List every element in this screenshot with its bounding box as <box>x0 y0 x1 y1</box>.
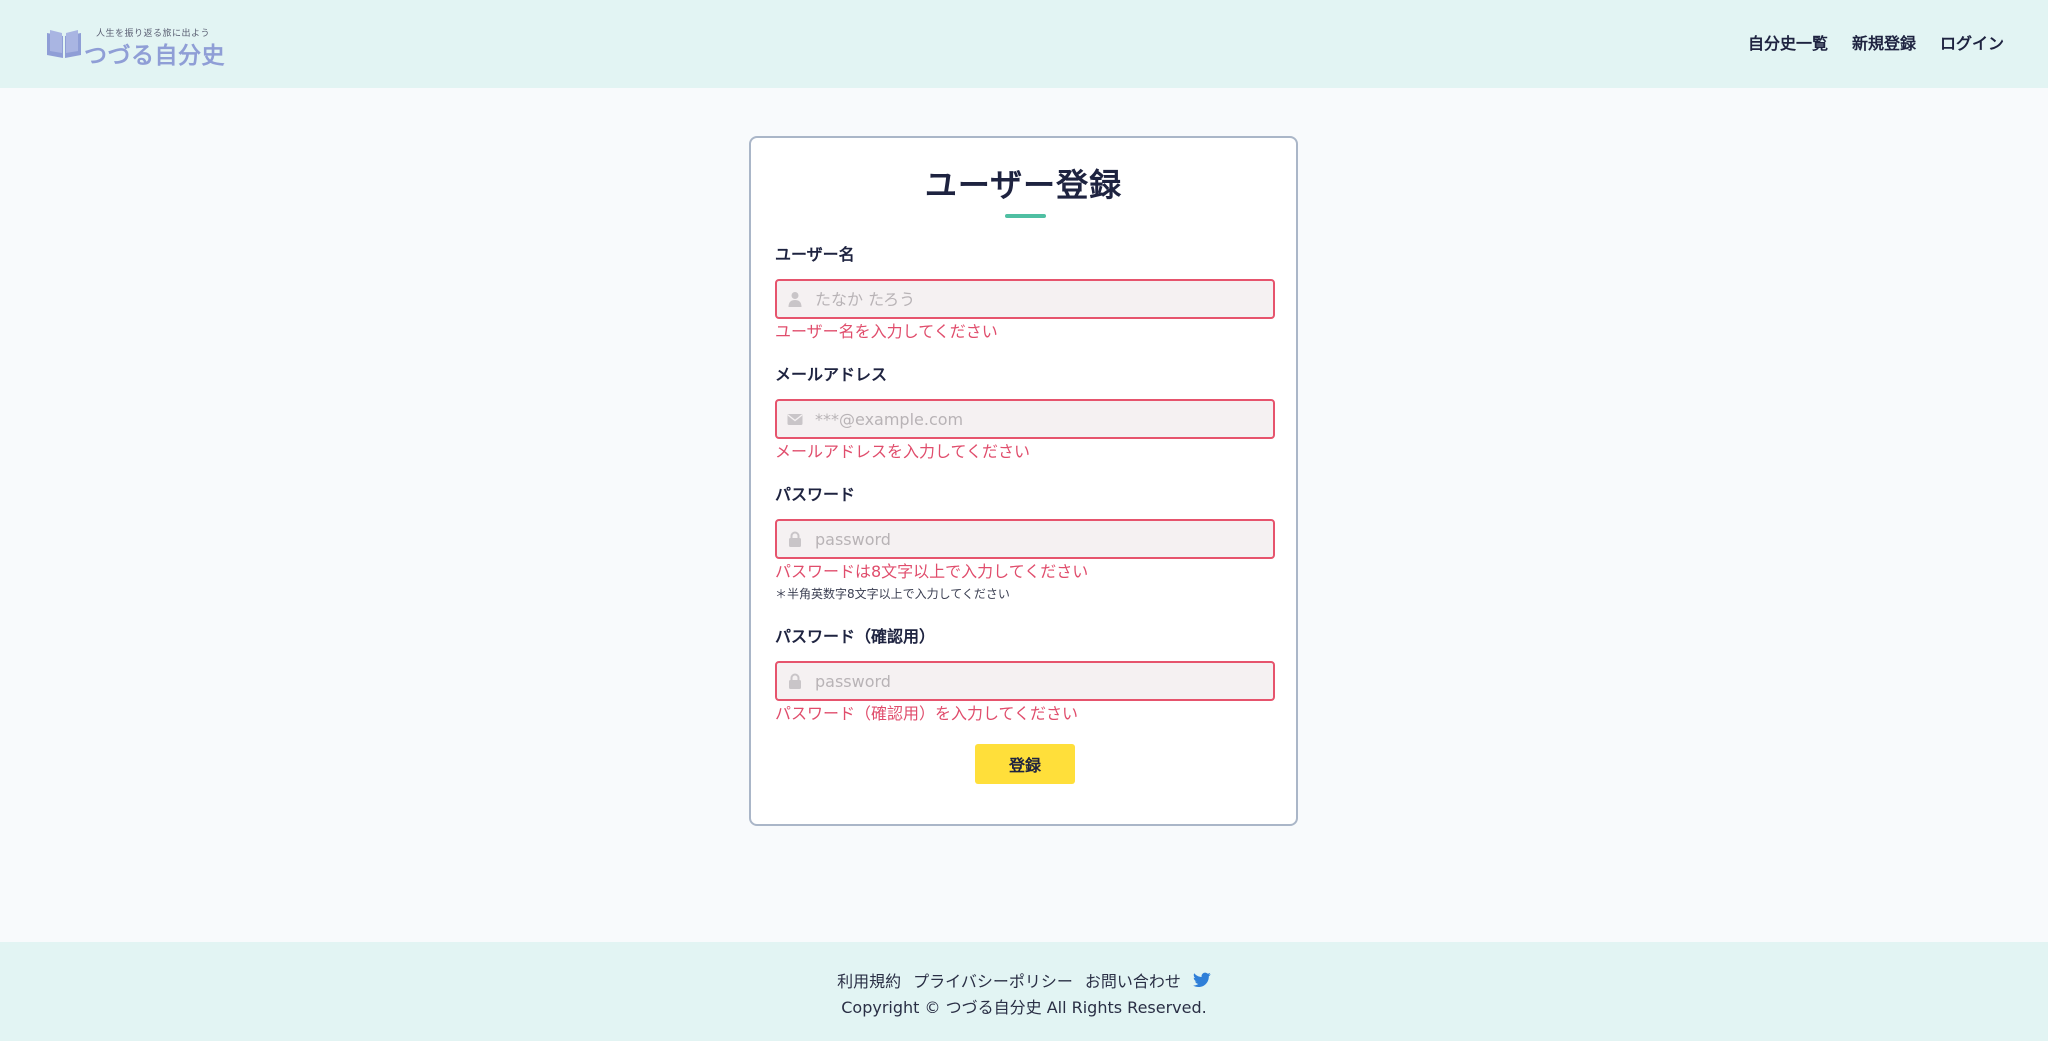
twitter-icon[interactable] <box>1192 972 1211 988</box>
username-label: ユーザー名 <box>775 245 855 264</box>
email-input-wrapper <box>775 399 1275 439</box>
main-nav: 自分史一覧 新規登録 ログイン <box>1748 30 2004 54</box>
password-input-wrapper <box>775 519 1275 559</box>
page-title: ユーザー登録 <box>924 166 1123 204</box>
password-confirm-field-group: パスワード（確認用） パスワード（確認用）を入力してください <box>775 626 1275 725</box>
username-error: ユーザー名を入力してください <box>775 322 998 341</box>
email-error: メールアドレスを入力してください <box>775 442 1031 461</box>
nav-login[interactable]: ログイン <box>1940 30 2004 54</box>
password-confirm-input[interactable] <box>815 663 1265 699</box>
password-field-group: パスワード パスワードは8文字以上で入力してください ＊半角英数字8文字以上で入… <box>775 484 1275 602</box>
nav-autobiography-list[interactable]: 自分史一覧 <box>1748 30 1828 54</box>
password-error: パスワードは8文字以上で入力してください <box>775 562 1089 581</box>
footer-links: 利用規約 プライバシーポリシー お問い合わせ <box>0 968 2048 992</box>
password-confirm-input-wrapper <box>775 661 1275 701</box>
email-field-group: メールアドレス メールアドレスを入力してください <box>775 364 1275 463</box>
lock-icon <box>789 531 801 547</box>
username-input[interactable] <box>815 281 1265 317</box>
nav-signup[interactable]: 新規登録 <box>1852 30 1916 54</box>
password-confirm-label: パスワード（確認用） <box>775 627 936 646</box>
password-input[interactable] <box>815 521 1265 557</box>
lock-icon <box>789 673 801 689</box>
footer-link-terms[interactable]: 利用規約 <box>837 968 901 992</box>
email-input[interactable] <box>815 401 1265 437</box>
site-footer: 利用規約 プライバシーポリシー お問い合わせ Copyright © つづる自分… <box>0 942 2048 1041</box>
envelope-icon <box>787 414 803 425</box>
password-hint: ＊半角英数字8文字以上で入力してください <box>775 587 1010 601</box>
title-underline <box>1005 214 1046 218</box>
user-icon <box>788 292 802 307</box>
username-input-wrapper <box>775 279 1275 319</box>
site-header: 人生を振り返る旅に出よう つづる自分史 自分史一覧 新規登録 ログイン <box>0 0 2048 88</box>
copyright-text: Copyright © つづる自分史 All Rights Reserved. <box>841 998 1207 1017</box>
password-label: パスワード <box>775 485 856 504</box>
footer-link-contact[interactable]: お問い合わせ <box>1085 968 1181 992</box>
password-confirm-error: パスワード（確認用）を入力してください <box>775 704 1079 723</box>
email-label: メールアドレス <box>775 365 888 384</box>
footer-link-privacy[interactable]: プライバシーポリシー <box>913 968 1073 992</box>
username-field-group: ユーザー名 ユーザー名を入力してください <box>775 244 1275 343</box>
logo-name: つづる自分史 <box>84 43 225 69</box>
registration-card: ユーザー登録 ユーザー名 ユーザー名を入力してください メールアドレス メールア… <box>749 136 1298 826</box>
site-logo[interactable]: 人生を振り返る旅に出よう つづる自分史 <box>46 26 225 69</box>
register-button[interactable]: 登録 <box>975 744 1075 784</box>
book-icon <box>47 30 81 58</box>
